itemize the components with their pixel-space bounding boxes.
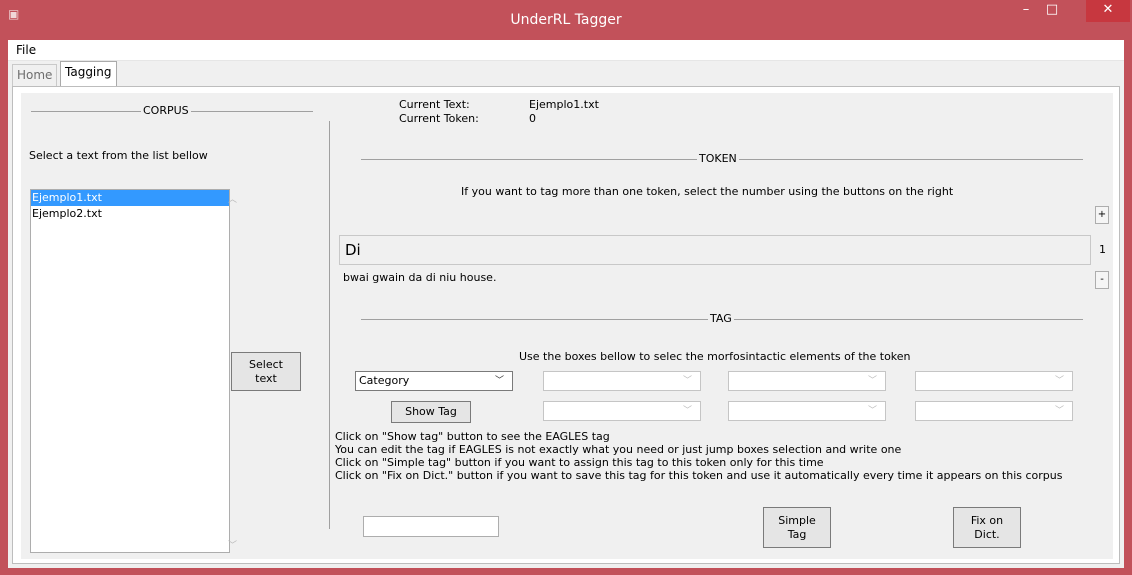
token-minus-button[interactable]: - (1095, 271, 1109, 289)
title-bar[interactable]: ▣ UnderRL Tagger – □ ✕ (0, 0, 1132, 40)
chevron-down-icon: ﹀ (867, 376, 877, 386)
simple-tag-button[interactable]: Simple Tag (763, 507, 831, 548)
help-line: You can edit the tag if EAGLES is not ex… (335, 443, 902, 456)
attribute-select-4[interactable]: ﹀ (543, 401, 701, 421)
tag-instruction: Use the boxes bellow to selec the morfos… (519, 350, 911, 363)
list-item[interactable]: Ejemplo2.txt (31, 206, 229, 222)
scroll-down-icon[interactable]: ﹀ (228, 538, 237, 551)
attribute-select-1[interactable]: ﹀ (543, 371, 701, 391)
tag-header: TAG (708, 312, 734, 325)
token-context: bwai gwain da di niu house. (343, 271, 497, 284)
help-line: Click on "Fix on Dict." button if you wa… (335, 469, 1063, 482)
current-token-value: 0 (529, 112, 536, 125)
category-select[interactable]: Category ﹀ (355, 371, 513, 391)
current-text-label: Current Text: (399, 98, 470, 111)
chevron-down-icon: ﹀ (1054, 406, 1064, 416)
chevron-down-icon: ﹀ (682, 376, 692, 386)
window-title: UnderRL Tagger (510, 12, 622, 28)
category-select-value: Category (359, 374, 410, 387)
help-line: Click on "Show tag" button to see the EA… (335, 430, 610, 443)
client-area: File Home Tagging CORPUS Select a text f… (8, 40, 1124, 568)
token-instruction: If you want to tag more than one token, … (461, 185, 954, 198)
current-text-value: Ejemplo1.txt (529, 98, 599, 111)
token-count: 1 (1099, 243, 1106, 256)
help-line: Click on "Simple tag" button if you want… (335, 456, 824, 469)
vertical-divider (329, 121, 330, 529)
fix-on-dict-button[interactable]: Fix on Dict. (953, 507, 1021, 548)
tagging-content: CORPUS Select a text from the list bello… (21, 93, 1113, 559)
file-list[interactable]: Ejemplo1.txt Ejemplo2.txt ︿ ﹀ (30, 189, 237, 553)
menu-file[interactable]: File (16, 43, 36, 57)
tab-home[interactable]: Home (12, 64, 58, 86)
minimize-button[interactable]: – (1013, 0, 1039, 22)
chevron-down-icon: ﹀ (1054, 376, 1064, 386)
app-window: ▣ UnderRL Tagger – □ ✕ File Home Tagging… (0, 0, 1132, 575)
attribute-select-6[interactable]: ﹀ (915, 401, 1073, 421)
list-item[interactable]: Ejemplo1.txt (31, 190, 229, 206)
chevron-down-icon: ﹀ (494, 376, 504, 386)
corpus-instruction: Select a text from the list bellow (29, 149, 208, 162)
tab-tagging[interactable]: Tagging (60, 61, 117, 86)
tagging-tab-panel: CORPUS Select a text from the list bello… (12, 86, 1120, 564)
attribute-select-5[interactable]: ﹀ (728, 401, 886, 421)
attribute-select-2[interactable]: ﹀ (728, 371, 886, 391)
select-text-button[interactable]: Select text (231, 352, 301, 391)
show-tag-button[interactable]: Show Tag (391, 401, 471, 423)
chevron-down-icon: ﹀ (682, 406, 692, 416)
token-display: Di (339, 235, 1091, 265)
attribute-select-3[interactable]: ﹀ (915, 371, 1073, 391)
maximize-button[interactable]: □ (1039, 0, 1065, 22)
token-header: TOKEN (697, 152, 739, 165)
current-token-label: Current Token: (399, 112, 479, 125)
scroll-up-icon[interactable]: ︿ (228, 192, 237, 205)
chevron-down-icon: ﹀ (867, 406, 877, 416)
close-button[interactable]: ✕ (1086, 0, 1130, 22)
tag-input[interactable] (363, 516, 499, 537)
corpus-header: CORPUS (141, 104, 191, 117)
token-plus-button[interactable]: + (1095, 206, 1109, 224)
menu-bar: File (8, 40, 1124, 61)
